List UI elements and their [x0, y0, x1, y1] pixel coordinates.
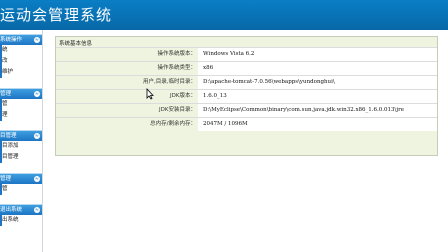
mouse-cursor-icon: [146, 87, 154, 100]
collapse-icon[interactable]: ≈: [34, 176, 40, 182]
info-value: Windows Vista 6.2: [198, 48, 437, 61]
sidebar-item[interactable]: 目添加: [2, 141, 42, 152]
main-content: 系统基本信息 操作系统版本： Windows Vista 6.2 操作系统类型：…: [43, 30, 448, 252]
info-value-text: Windows Vista 6.2: [203, 51, 255, 57]
sidebar-section-title: 系统操作: [0, 37, 23, 43]
sidebar-section-body: 管 理: [0, 99, 42, 121]
sidebar: 系统操作 ≈ 统 改 维护 管理 ≈ 管 理 目管理 ≈ 目添加 目管理 管理: [0, 30, 42, 252]
info-row: JDK安装目录： D:\MyEclipse\Common\binary\com.…: [56, 103, 437, 117]
info-row: 操作系统版本： Windows Vista 6.2: [56, 47, 437, 61]
sidebar-section-header[interactable]: 退出系统 ≈: [0, 204, 42, 215]
sidebar-item[interactable]: 出系统: [2, 215, 42, 226]
info-value: D:\apache-tomcat-7.0.56\webapps\yundongh…: [198, 76, 437, 89]
app-title: 运动会管理系统: [0, 6, 113, 24]
info-row: 操作系统类型： x86: [56, 61, 437, 75]
sidebar-section-header[interactable]: 管理 ≈: [0, 88, 42, 99]
sidebar-item[interactable]: 改: [2, 56, 42, 67]
collapse-icon[interactable]: ≈: [34, 91, 40, 97]
info-label: 用户,目录,临时目录：: [56, 76, 196, 89]
sidebar-section-body: 统 改 维护: [0, 45, 42, 78]
info-label: JDK安装目录：: [56, 104, 196, 117]
info-label: JDK版本：: [56, 90, 196, 103]
info-value: 2047M / 1096M: [198, 118, 437, 131]
sidebar-section-header[interactable]: 管理 ≈: [0, 173, 42, 184]
sidebar-section-title: 目管理: [0, 133, 17, 139]
sidebar-section-header[interactable]: 系统操作 ≈: [0, 34, 42, 45]
sidebar-section-title: 管理: [0, 176, 12, 182]
info-value-text: x86: [203, 65, 214, 71]
info-label: 操作系统类型：: [56, 62, 196, 75]
info-value-text: D:\MyEclipse\Common\binary\com.sun.java.…: [203, 107, 404, 113]
info-row: JDK版本： 1.6.0_13: [56, 89, 437, 103]
sidebar-section-header[interactable]: 目管理 ≈: [0, 130, 42, 141]
header-bar: 运动会管理系统: [0, 0, 448, 30]
collapse-icon[interactable]: ≈: [34, 207, 40, 213]
sidebar-section-body: 出系统: [0, 215, 42, 226]
info-label: 操作系统版本：: [56, 48, 196, 61]
info-row: 总内存/剩余内存： 2047M / 1096M: [56, 117, 437, 131]
info-label: 总内存/剩余内存：: [56, 118, 196, 131]
info-row: 用户,目录,临时目录： D:\apache-tomcat-7.0.56\weba…: [56, 75, 437, 89]
info-value: x86: [198, 62, 437, 75]
info-value-text: 1.6.0_13: [203, 93, 227, 99]
sidebar-section-body: 管: [0, 184, 42, 195]
collapse-icon[interactable]: ≈: [34, 37, 40, 43]
sidebar-section-title: 退出系统: [0, 207, 23, 213]
info-value: D:\MyEclipse\Common\binary\com.sun.java.…: [198, 104, 437, 117]
collapse-icon[interactable]: ≈: [34, 133, 40, 139]
info-value: 1.6.0_13: [198, 90, 437, 103]
sidebar-item[interactable]: 理: [2, 110, 42, 121]
sidebar-item[interactable]: 管: [2, 184, 42, 195]
sidebar-item[interactable]: 管: [2, 99, 42, 110]
sidebar-section-body: 目添加 目管理: [0, 141, 42, 163]
sidebar-section-title: 管理: [0, 91, 12, 97]
sidebar-item[interactable]: 维护: [2, 67, 42, 78]
info-value-text: 2047M / 1096M: [203, 121, 248, 127]
panel-title: 系统基本信息: [59, 41, 93, 47]
sidebar-item[interactable]: 目管理: [2, 152, 42, 163]
system-info-panel: 系统基本信息 操作系统版本： Windows Vista 6.2 操作系统类型：…: [55, 36, 438, 156]
info-value-text: D:\apache-tomcat-7.0.56\webapps\yundongh…: [203, 79, 335, 85]
sidebar-item[interactable]: 统: [2, 45, 42, 56]
